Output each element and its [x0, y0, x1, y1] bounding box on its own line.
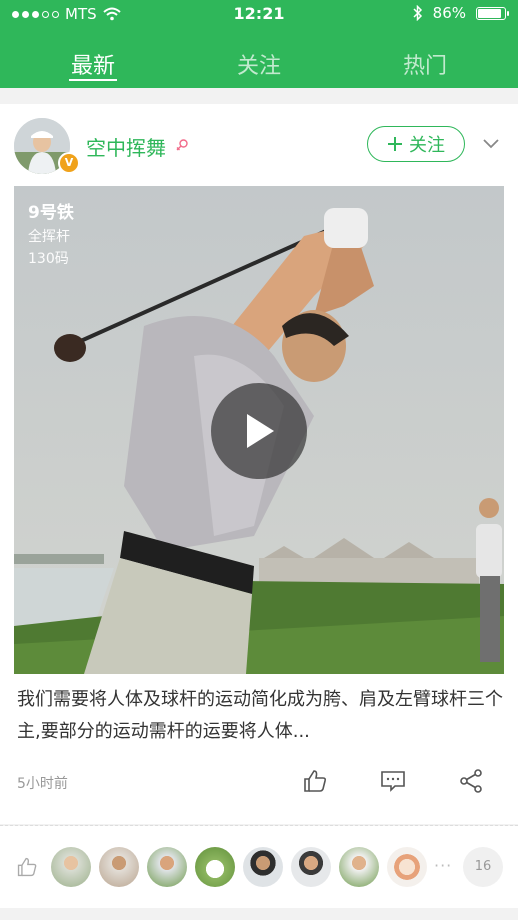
post-text: 我们需要将人体及球杆的运动简化成为胯、肩及左臂球杆三个主,要部分的运动需杆的运要…	[17, 689, 503, 742]
liker-avatar[interactable]	[147, 847, 187, 887]
comment-icon[interactable]	[380, 768, 406, 794]
play-button[interactable]	[211, 383, 307, 479]
liker-avatar[interactable]	[387, 847, 427, 887]
tab-following[interactable]: 关注	[237, 48, 281, 80]
club-title: 9号铁	[28, 203, 74, 223]
active-tab-indicator	[69, 79, 117, 81]
play-icon	[247, 414, 274, 448]
follow-label: 关注	[409, 135, 445, 156]
like-small-icon[interactable]	[16, 856, 38, 878]
tab-popular[interactable]: 热门	[403, 48, 447, 80]
chevron-down-icon[interactable]	[483, 138, 499, 150]
bluetooth-icon	[413, 5, 422, 21]
status-bar: MTS 12:21 86%	[0, 0, 518, 28]
liker-avatar[interactable]	[291, 847, 331, 887]
female-icon	[176, 139, 188, 151]
liker-avatar[interactable]	[339, 847, 379, 887]
thumbs-up-icon[interactable]	[302, 768, 328, 794]
swing-type: 全挥杆	[28, 229, 70, 245]
liker-avatar[interactable]	[51, 847, 91, 887]
more-icon[interactable]: ···	[434, 856, 452, 875]
follow-button[interactable]: 关注	[367, 126, 465, 162]
username[interactable]: 空中挥舞	[86, 132, 166, 161]
like-count[interactable]: 16	[463, 847, 503, 887]
video-thumbnail[interactable]: 9号铁 全挥杆 130码	[14, 186, 504, 674]
plus-icon	[388, 137, 402, 151]
liker-avatar[interactable]	[195, 847, 235, 887]
battery-label: 86%	[432, 4, 466, 22]
share-icon[interactable]	[458, 768, 484, 794]
liker-avatar[interactable]	[99, 847, 139, 887]
battery-icon	[476, 6, 509, 20]
distance-label: 130码	[28, 251, 69, 267]
post-time: 5小时前	[17, 776, 68, 792]
feed-tabs: 最新 关注 热门	[0, 38, 518, 88]
bottom-spacer	[0, 908, 518, 920]
verified-badge: V	[58, 152, 80, 174]
liker-avatar[interactable]	[243, 847, 283, 887]
tab-latest[interactable]: 最新	[71, 48, 115, 80]
